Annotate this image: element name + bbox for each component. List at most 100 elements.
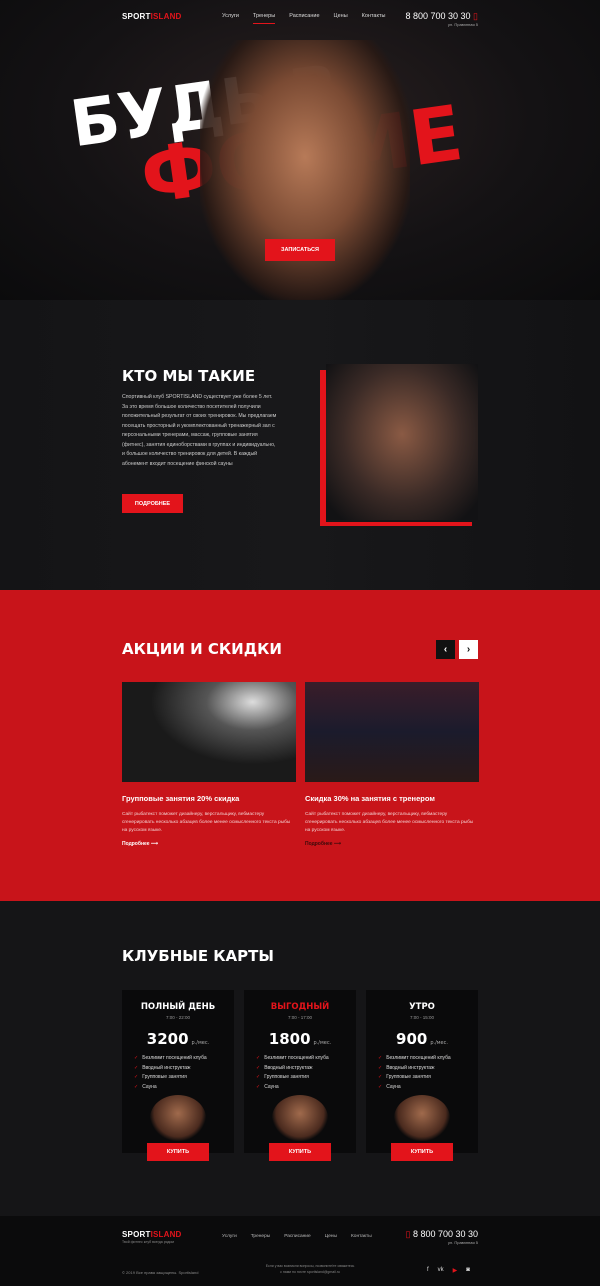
about-title: КТО МЫ ТАКИЕ [122,367,256,385]
buy-button[interactable]: КУПИТЬ [391,1143,453,1161]
nav-schedule[interactable]: Расписание [289,13,319,19]
feature: Вводный инструктаж [142,1064,191,1071]
prev-arrow-button[interactable]: ‹ [436,640,455,659]
social-links: f vk ▶ ◙ [427,1267,470,1274]
check-icon: ✓ [256,1064,261,1071]
feature: Вводный инструктаж [264,1064,313,1071]
feature: Вводный инструктаж [386,1064,435,1071]
promo-section [0,590,600,901]
promo-card-title: Скидка 30% на занятия с тренером [305,794,435,803]
buy-button[interactable]: КУПИТЬ [147,1143,209,1161]
about-athlete-image [326,364,478,520]
logo-part: ISLAND [150,1230,182,1239]
promo-card-text: Сайт рыбатекст поможет дизайнеру, верста… [305,812,474,833]
footer-nav-trainers[interactable]: Тренеры [251,1234,270,1239]
nav-services[interactable]: Услуги [222,13,239,19]
logo-part: SPORT [122,12,151,21]
footer-nav-schedule[interactable]: Расписание [284,1234,310,1239]
hero-athlete-image [200,40,410,300]
vk-icon[interactable]: vk [438,1267,444,1274]
check-icon: ✓ [378,1074,383,1080]
footer-nav: Услуги Тренеры Расписание Цены Контакты [222,1234,372,1239]
promo-more-link[interactable]: Подробнее ⟶ [122,841,296,847]
footer-nav-contacts[interactable]: Контакты [351,1234,372,1239]
price-unit: р./мес. [313,1040,332,1046]
footer-logo[interactable]: SPORTISLAND [122,1230,182,1239]
cards-title: КЛУБНЫЕ КАРТЫ [122,947,274,965]
feature: Групповые занятия [264,1074,309,1080]
check-icon: ✓ [378,1055,383,1061]
check-icon: ✓ [378,1083,383,1090]
promo-card-text: Сайт рыбатекст поможет дизайнеру, верста… [122,812,291,833]
instagram-icon[interactable]: ◙ [466,1267,470,1274]
email-link[interactable]: с нами по почте sportisland@gmail.ru [250,1269,370,1275]
card-price: 3200 [146,1030,189,1048]
phone-icon: ▯ [473,11,478,21]
nav-trainers[interactable]: Тренеры [252,13,276,24]
facebook-icon[interactable]: f [427,1267,429,1274]
promo-card: Скидка 30% на занятия с тренером Сайт ры… [305,794,479,847]
footer-questions: Если у вас возникли вопросы, позвоните/т… [250,1263,370,1275]
footer-tagline: Твой фитнес клуб всегда рядом [122,1240,174,1244]
promo-more-link[interactable]: Подробнее ⟶ [305,841,479,847]
price-unit: р./мес. [430,1040,448,1046]
logo[interactable]: SPORTISLAND [122,12,182,21]
promo-card: Групповые занятия 20% скидка Сайт рыбате… [122,794,296,847]
feature: Сауна [386,1083,401,1090]
check-icon: ✓ [256,1083,261,1090]
price-unit: р./мес. [191,1040,210,1046]
about-section [0,300,600,590]
card-price: 900 [396,1030,428,1048]
trainer-photo [150,1095,206,1141]
phone-number[interactable]: 8 800 700 30 30 [413,1229,478,1239]
card-name: ПОЛНЫЙ ДЕНЬ [140,1002,216,1012]
about-text: Спортивный клуб SPORTISLAND существует у… [122,394,277,467]
next-arrow-button[interactable]: › [459,640,478,659]
buy-button[interactable]: КУПИТЬ [269,1143,331,1161]
address: ул. Правэнная 5 [447,22,478,27]
club-card: УТРО 7:00 - 15:00 900 р./мес. ✓ Безлимит п… [366,990,478,1161]
signup-button[interactable]: ЗАПИСАТЬСЯ [265,239,335,261]
youtube-icon[interactable]: ▶ [453,1267,458,1274]
card-time: 7:00 - 22:00 [165,1015,191,1020]
about-more-button[interactable]: ПОДРОБНЕЕ [122,494,183,513]
club-card: ПОЛНЫЙ ДЕНЬ 7:00 - 22:00 3200 р./мес. ✓ Бе… [122,990,234,1161]
card-time: 7:00 - 17:00 [287,1015,313,1020]
promo-title: АКЦИИ И СКИДКИ [122,640,282,658]
footer-nav-services[interactable]: Услуги [222,1234,237,1239]
trainer-photo [394,1095,450,1141]
card-price: 1800 [268,1030,311,1048]
phone-icon: ▯ [405,1229,411,1239]
nav-contacts[interactable]: Контакты [362,13,386,19]
check-icon: ✓ [134,1064,139,1071]
feature: Групповые занятия [142,1074,187,1080]
promo-card-title: Групповые занятия 20% скидка [122,794,240,803]
phone-number[interactable]: 8 800 700 30 30 [405,11,470,21]
check-icon: ✓ [378,1064,383,1071]
club-card: ВЫГОДНЫЙ 7:00 - 17:00 1800 р./мес. ✓ Безли… [244,990,356,1161]
header-contacts: 8 800 700 30 30 ▯ ул. Правэнная 5 [400,11,478,27]
check-icon: ✓ [134,1083,139,1090]
footer [0,1216,600,1286]
feature: Безлимит посещений клуба [264,1055,329,1061]
card-name: ВЫГОДНЫЙ [270,1002,330,1012]
check-icon: ✓ [256,1074,261,1080]
check-icon: ✓ [134,1074,139,1080]
address: ул. Правэнная 5 [447,1240,478,1245]
trainer-photo [272,1095,328,1141]
check-icon: ✓ [134,1055,139,1061]
copyright: © 2019 Все права защищены. Sportisland [122,1270,199,1275]
feature: Групповые занятия [386,1074,431,1080]
footer-nav-prices[interactable]: Цены [325,1234,337,1239]
footer-contacts: ▯ 8 800 700 30 30 ул. Правэнная 5 [400,1229,478,1245]
logo-part: ISLAND [150,12,182,21]
logo-part: SPORT [122,1230,151,1239]
main-nav: Услуги Тренеры Расписание Цены Контакты [222,13,386,24]
nav-prices[interactable]: Цены [334,13,348,19]
promo-image-group [122,682,296,782]
feature: Сауна [264,1083,279,1090]
feature: Безлимит посещений клуба [142,1055,207,1061]
card-name: УТРО [409,1002,435,1012]
card-time: 7:00 - 15:00 [409,1015,435,1020]
check-icon: ✓ [256,1055,261,1061]
